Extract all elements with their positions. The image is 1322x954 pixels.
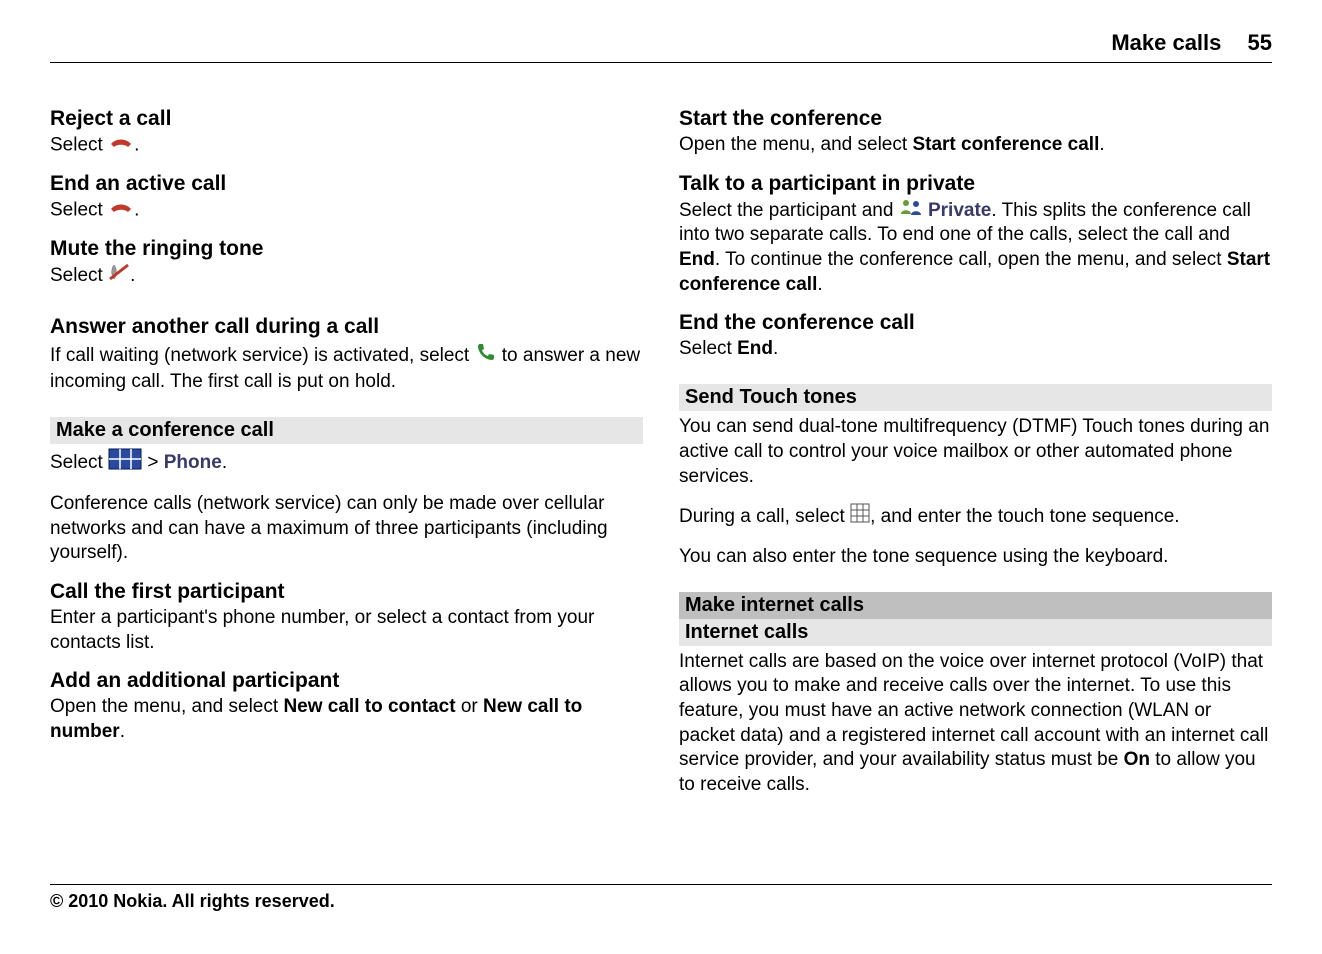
answer-call-icon (475, 341, 497, 371)
label-end: End (737, 338, 773, 359)
page-footer: © 2010 Nokia. All rights reserved. (50, 884, 1272, 912)
text: . (120, 721, 125, 742)
heading-start-conf: Start the conference (679, 107, 1272, 131)
heading-end-active-call: End an active call (50, 172, 643, 196)
text: > (147, 452, 163, 473)
hangup-icon (108, 133, 134, 158)
text: If call waiting (network service) is act… (50, 345, 475, 366)
para-end-active: Select . (50, 198, 643, 223)
text: , and enter the touch tone sequence. (870, 506, 1180, 527)
label-phone: Phone (164, 452, 222, 473)
text: During a call, select (679, 506, 850, 527)
section-make-conference: Make a conference call (50, 417, 643, 444)
header-page-number: 55 (1248, 30, 1272, 55)
header-section: Make calls (1111, 30, 1221, 55)
text: . (1099, 134, 1104, 155)
text: Open the menu, and select (50, 696, 283, 717)
text: Select (50, 265, 108, 286)
heading-answer-another: Answer another call during a call (50, 315, 643, 339)
text: . To continue the conference call, open … (715, 249, 1227, 270)
heading-talk-private: Talk to a participant in private (679, 172, 1272, 196)
text: . (773, 338, 778, 359)
text: . (134, 134, 139, 155)
heading-mute-ringing: Mute the ringing tone (50, 237, 643, 261)
right-column: Start the conference Open the menu, and … (679, 93, 1272, 802)
label-on: On (1124, 749, 1150, 770)
label-end: End (679, 249, 715, 270)
hangup-icon (108, 198, 134, 223)
para-mute: Select . (50, 263, 643, 289)
para-touchtones-3: You can also enter the tone sequence usi… (679, 545, 1272, 570)
para-start-conf: Open the menu, and select Start conferen… (679, 133, 1272, 158)
text: . (130, 265, 135, 286)
para-conf-open: Select > Phone. (50, 448, 643, 478)
text: Select (50, 134, 108, 155)
section-make-internet-calls: Make internet calls (679, 592, 1272, 619)
text: Open the menu, and select (679, 134, 912, 155)
heading-reject-call: Reject a call (50, 107, 643, 131)
label-private: Private (928, 200, 991, 221)
para-add-participant: Open the menu, and select New call to co… (50, 695, 643, 744)
content-columns: Reject a call Select . End an active cal… (50, 93, 1272, 802)
document-page: Make calls 55 Reject a call Select . End… (0, 0, 1322, 954)
para-talk-private: Select the participant and Private. This… (679, 198, 1272, 298)
text: . (222, 452, 227, 473)
section-send-touch-tones: Send Touch tones (679, 384, 1272, 411)
participants-icon (899, 198, 923, 224)
mute-icon (108, 263, 130, 289)
para-touchtones-2: During a call, select , and enter the to… (679, 503, 1272, 531)
page-header: Make calls 55 (50, 30, 1272, 63)
text: or (461, 696, 483, 717)
label-start-conference: Start conference call (912, 134, 1099, 155)
dialpad-icon (850, 503, 870, 531)
label-new-call-contact: New call to contact (283, 696, 455, 717)
left-column: Reject a call Select . End an active cal… (50, 93, 643, 802)
text: Select (50, 452, 108, 473)
text: Select (50, 199, 108, 220)
text: . (134, 199, 139, 220)
para-answer-another: If call waiting (network service) is act… (50, 341, 643, 395)
heading-end-conf: End the conference call (679, 311, 1272, 335)
text: Select (679, 338, 737, 359)
para-reject: Select . (50, 133, 643, 158)
heading-call-first: Call the first participant (50, 580, 643, 604)
text: Select the participant and (679, 200, 899, 221)
heading-add-participant: Add an additional participant (50, 669, 643, 693)
text: . (817, 274, 822, 295)
para-call-first: Enter a participant's phone number, or s… (50, 606, 643, 655)
para-conf-desc: Conference calls (network service) can o… (50, 492, 643, 566)
para-touchtones-1: You can send dual-tone multifrequency (D… (679, 415, 1272, 489)
para-end-conf: Select End. (679, 337, 1272, 362)
section-internet-calls: Internet calls (679, 619, 1272, 646)
apps-grid-icon (108, 448, 142, 478)
para-internet-calls: Internet calls are based on the voice ov… (679, 650, 1272, 798)
